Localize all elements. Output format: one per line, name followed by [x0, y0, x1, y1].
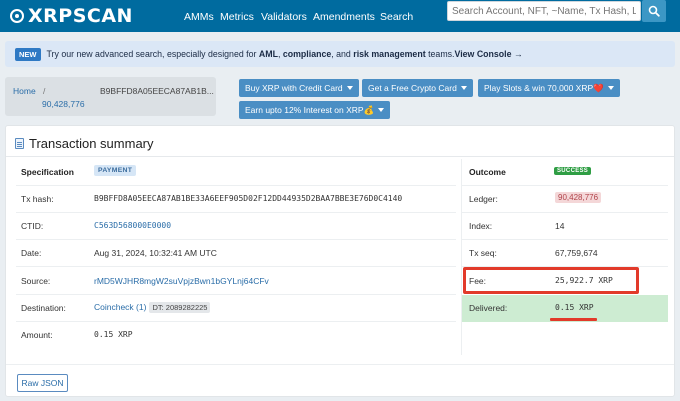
raw-json-button[interactable]: Raw JSON: [17, 374, 68, 392]
ledger-link[interactable]: 90,428,776: [555, 192, 602, 203]
destination-label: Destination:: [21, 303, 66, 313]
earn-interest-button[interactable]: Earn upto 12% Interest on XRP💰: [239, 101, 391, 119]
nav-search[interactable]: Search: [380, 0, 413, 32]
source-label: Source:: [21, 276, 51, 286]
outcome-label: Outcome: [469, 167, 506, 177]
source-account-link[interactable]: rMD5WJHR8mgW2suVpjzBwn1bGYLnj64CFv: [94, 276, 269, 286]
amount-value: 0.15 XRP: [94, 330, 133, 339]
destination-tag-badge: DT: 2089282225: [149, 302, 211, 313]
index-label: Index:: [469, 221, 493, 231]
xrpscan-logo[interactable]: XRPSCAN: [10, 3, 133, 29]
search-icon: [648, 5, 660, 17]
divider: [6, 156, 674, 157]
buy-xrp-button[interactable]: Buy XRP with Credit Card: [239, 79, 359, 97]
card-footer-divider: [6, 364, 674, 365]
specification-label: Specification: [21, 167, 74, 177]
ctid-link[interactable]: C563D568000E0000: [94, 221, 171, 230]
tx-seq-value: 67,759,674: [555, 248, 598, 258]
breadcrumb: Home / B9BFFD8A05EECA87AB1B... 90,428,77…: [5, 77, 216, 116]
row-divider: [16, 239, 456, 240]
row-divider: [462, 185, 668, 186]
tx-hash-label: Tx hash:: [21, 194, 54, 204]
breadcrumb-tx-hash: B9BFFD8A05EECA87AB1B...: [100, 86, 214, 96]
tx-seq-label: Tx seq:: [469, 248, 497, 258]
play-slots-button[interactable]: Play Slots & win 70,000 XRP❤️: [478, 79, 620, 97]
delivered-value: 0.15 XRP: [555, 303, 594, 312]
fee-highlight-box: [463, 267, 639, 294]
nav-metrics[interactable]: Metrics: [220, 0, 254, 32]
announcement-banner: NEW Try our new advanced search, especia…: [5, 41, 675, 67]
chevron-down-icon: [460, 86, 467, 90]
row-divider: [16, 185, 456, 186]
transaction-summary-card: Transaction summary Specification PAYMEN…: [5, 125, 675, 397]
logo-icon: [10, 9, 24, 23]
tx-hash-value: B9BFFD8A05EECA87AB1BE33A6EEF905D02F12DD4…: [94, 194, 403, 203]
top-navbar: XRPSCAN AMMs Metrics Validators Amendmen…: [0, 0, 680, 32]
card-title: Transaction summary: [15, 136, 154, 151]
view-console-link[interactable]: View Console →: [454, 49, 522, 59]
logo-text: XRPSCAN: [28, 5, 133, 27]
breadcrumb-home[interactable]: Home: [13, 86, 36, 96]
nav-validators[interactable]: Validators: [261, 0, 307, 32]
destination-value: Coincheck (1) DT: 2089282225: [94, 302, 211, 313]
ctid-label: CTID:: [21, 221, 44, 231]
row-divider: [16, 266, 456, 267]
chevron-down-icon: [607, 86, 614, 90]
delivered-label: Delivered:: [469, 303, 508, 313]
row-divider: [462, 212, 668, 213]
column-divider: [461, 159, 462, 355]
search-input[interactable]: [447, 1, 641, 21]
tx-type-badge: PAYMENT: [94, 165, 137, 176]
breadcrumb-ledger[interactable]: 90,428,776: [42, 99, 85, 109]
banner-text: Try our new advanced search, especially …: [46, 49, 455, 59]
date-label: Date:: [21, 248, 42, 258]
index-value: 14: [555, 221, 565, 231]
amount-label: Amount:: [21, 330, 53, 340]
ledger-label: Ledger:: [469, 194, 498, 204]
row-divider: [16, 321, 456, 322]
status-badge: SUCCESS: [554, 167, 592, 175]
row-divider: [462, 239, 668, 240]
destination-account-link[interactable]: Coincheck (1): [94, 302, 146, 312]
row-divider: [16, 294, 456, 295]
delivered-underline: [550, 318, 597, 321]
new-badge: NEW: [15, 47, 41, 61]
nav-amms[interactable]: AMMs: [184, 0, 214, 32]
nav-amendments[interactable]: Amendments: [313, 0, 375, 32]
chevron-down-icon: [346, 86, 353, 90]
chevron-down-icon: [378, 108, 385, 112]
date-value: Aug 31, 2024, 10:32:41 AM UTC: [94, 248, 217, 258]
breadcrumb-separator: /: [43, 86, 46, 96]
document-icon: [15, 138, 24, 149]
free-crypto-card-button[interactable]: Get a Free Crypto Card: [362, 79, 473, 97]
search-button[interactable]: [642, 0, 666, 22]
row-divider: [16, 212, 456, 213]
